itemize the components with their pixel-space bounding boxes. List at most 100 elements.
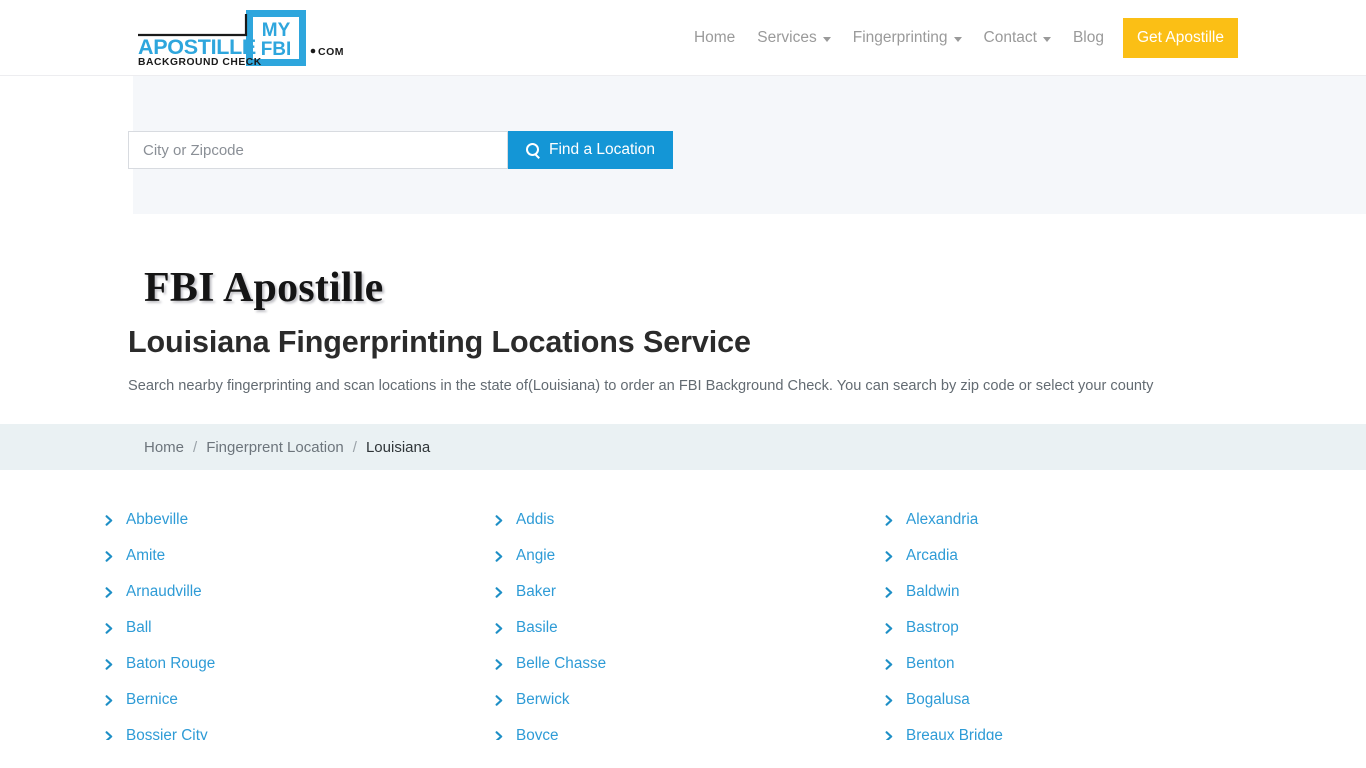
chevron-right-icon	[884, 730, 895, 740]
city-link-label: Arnaudville	[126, 583, 202, 600]
chevron-right-icon	[884, 550, 895, 562]
search-icon	[526, 143, 540, 157]
hero-brand-heading: FBI Apostille	[144, 265, 384, 311]
city-link[interactable]: Benton	[884, 646, 1286, 682]
chevron-right-icon	[104, 730, 115, 740]
city-link-label: Angie	[516, 547, 556, 564]
page-description: Search nearby fingerprinting and scan lo…	[128, 378, 1154, 395]
city-link[interactable]: Breaux Bridge	[884, 718, 1286, 740]
site-logo[interactable]: MY FBI APOSTILLE BACKGROUND CHECK COM	[128, 8, 350, 70]
city-link-label: Alexandria	[906, 511, 979, 528]
nav-item-home[interactable]: Home	[683, 18, 746, 58]
location-search-section: Find a Location	[0, 76, 1366, 214]
chevron-right-icon	[104, 586, 115, 598]
breadcrumb-item-home[interactable]: Home	[144, 439, 184, 456]
breadcrumb: Home / Fingerprent Location / Louisiana	[0, 424, 1366, 470]
nav-item-services[interactable]: Services	[746, 18, 841, 58]
city-link-label: Bastrop	[906, 619, 959, 636]
chevron-right-icon	[104, 658, 115, 670]
nav-item-label: Home	[693, 29, 736, 46]
nav-item-blog[interactable]: Blog	[1062, 18, 1115, 58]
city-link-label: Boyce	[516, 727, 559, 740]
chevron-right-icon	[104, 622, 115, 634]
city-link[interactable]: Baldwin	[884, 574, 1286, 610]
page-title: Louisiana Fingerprinting Locations Servi…	[128, 325, 751, 360]
svg-text:FBI: FBI	[261, 39, 292, 60]
svg-text:MY: MY	[262, 20, 291, 41]
chevron-right-icon	[884, 694, 895, 706]
chevron-right-icon	[884, 658, 895, 670]
city-link-label: Addis	[516, 511, 555, 528]
nav-item-label: Contact	[983, 29, 1037, 46]
city-link[interactable]: Ball	[104, 610, 494, 646]
city-link[interactable]: Bernice	[104, 682, 494, 718]
find-a-location-button[interactable]: Find a Location	[508, 131, 673, 169]
chevron-down-icon	[822, 36, 831, 42]
city-link[interactable]: Baton Rouge	[104, 646, 494, 682]
chevron-right-icon	[104, 514, 115, 526]
city-link[interactable]: Arcadia	[884, 538, 1286, 574]
city-link-label: Baker	[516, 583, 556, 600]
city-link[interactable]: Abbeville	[104, 502, 494, 538]
chevron-right-icon	[494, 586, 505, 598]
city-link[interactable]: Amite	[104, 538, 494, 574]
nav-item-contact[interactable]: Contact	[973, 18, 1062, 58]
chevron-right-icon	[884, 586, 895, 598]
chevron-right-icon	[494, 514, 505, 526]
nav-item-fingerprinting[interactable]: Fingerprinting	[842, 18, 973, 58]
city-link[interactable]: Angie	[494, 538, 884, 574]
city-link[interactable]: Berwick	[494, 682, 884, 718]
city-link[interactable]: Arnaudville	[104, 574, 494, 610]
chevron-right-icon	[104, 550, 115, 562]
nav-item-label: Blog	[1072, 29, 1104, 46]
svg-text:APOSTILLE: APOSTILLE	[138, 35, 256, 59]
main-navigation: Home Services Fingerprinting Contact Blo…	[683, 0, 1238, 76]
city-link-label: Baldwin	[906, 583, 960, 600]
chevron-down-icon	[953, 36, 962, 42]
city-list-section: Abbeville Addis Alexandria Amite Angie Arcadi…	[0, 470, 1366, 740]
city-link-label: Baton Rouge	[126, 655, 216, 672]
city-link-label: Basile	[516, 619, 558, 636]
chevron-right-icon	[884, 514, 895, 526]
city-link[interactable]: Alexandria	[884, 502, 1286, 538]
chevron-right-icon	[494, 694, 505, 706]
city-link-label: Berwick	[516, 691, 570, 708]
city-link-label: Belle Chasse	[516, 655, 607, 672]
city-link-label: Bogalusa	[906, 691, 970, 708]
search-input[interactable]	[128, 131, 508, 169]
nav-item-label: Services	[757, 29, 817, 46]
chevron-right-icon	[494, 730, 505, 740]
breadcrumb-separator: /	[352, 438, 357, 456]
city-link[interactable]: Addis	[494, 502, 884, 538]
svg-text:BACKGROUND CHECK: BACKGROUND CHECK	[138, 57, 262, 68]
city-link-label: Ball	[126, 619, 152, 636]
city-link[interactable]: Basile	[494, 610, 884, 646]
breadcrumb-separator: /	[193, 438, 198, 456]
city-link-label: Breaux Bridge	[906, 727, 1003, 740]
nav-item-label: Fingerprinting	[852, 29, 948, 46]
chevron-right-icon	[104, 694, 115, 706]
city-link[interactable]: Belle Chasse	[494, 646, 884, 682]
svg-text:COM: COM	[318, 46, 344, 58]
search-form: Find a Location	[128, 131, 673, 169]
city-link[interactable]: Boyce	[494, 718, 884, 740]
city-link[interactable]: Bastrop	[884, 610, 1286, 646]
chevron-right-icon	[884, 622, 895, 634]
site-header: MY FBI APOSTILLE BACKGROUND CHECK COM Ho…	[0, 0, 1366, 76]
chevron-down-icon	[1042, 36, 1051, 42]
get-apostille-button[interactable]: Get Apostille	[1122, 18, 1238, 58]
chevron-right-icon	[494, 550, 505, 562]
city-grid: Abbeville Addis Alexandria Amite Angie Arcadi…	[104, 502, 1286, 740]
breadcrumb-item-fingerprint-location[interactable]: Fingerprent Location	[206, 439, 344, 456]
city-link[interactable]: Bossier City	[104, 718, 494, 740]
city-link-label: Arcadia	[906, 547, 958, 564]
breadcrumb-item-current: Louisiana	[365, 438, 431, 456]
city-link[interactable]: Baker	[494, 574, 884, 610]
city-link-label: Amite	[126, 547, 166, 564]
city-link[interactable]: Bogalusa	[884, 682, 1286, 718]
city-link-label: Abbeville	[126, 511, 189, 528]
chevron-right-icon	[494, 622, 505, 634]
chevron-right-icon	[494, 658, 505, 670]
city-link-label: Benton	[906, 655, 955, 672]
city-link-label: Bernice	[126, 691, 178, 708]
